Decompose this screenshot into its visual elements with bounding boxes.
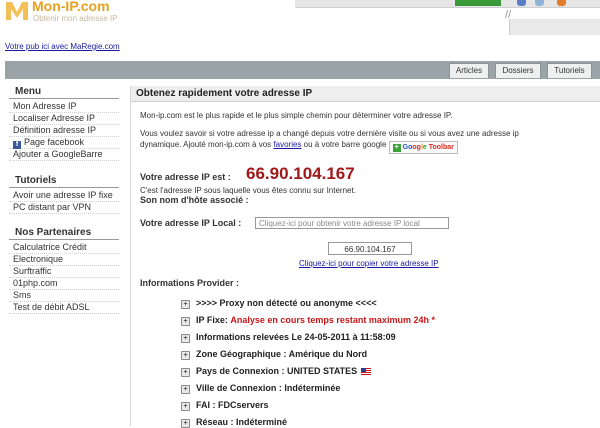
expand-icon[interactable]: + [181, 334, 190, 343]
us-flag-icon [361, 368, 372, 375]
sidebar-item-localiser[interactable]: Localiser Adresse IP [9, 113, 119, 125]
page-header: Mon-IP.com Obtenir mon adresse IP // [0, 0, 600, 35]
rss-icon[interactable] [557, 0, 566, 6]
partners-heading: Nos Partenaires [9, 226, 119, 240]
expand-icon[interactable]: + [181, 317, 190, 326]
toolbar-button[interactable] [455, 0, 501, 6]
copy-ip-link[interactable]: Cliquez-ici pour copier votre adresse IP [299, 259, 439, 268]
local-ip-label: Votre adresse IP Local : [140, 218, 242, 228]
sidebar-item-ip-fixe[interactable]: Avoir une adresse IP fixe [9, 190, 119, 202]
google-toolbar-suffix: Toolbar [428, 144, 454, 151]
ad-link[interactable]: Votre pub ici avec MaRegie.com [5, 42, 120, 51]
change-text-3: ou à votre barre google [303, 140, 387, 149]
info-ville: + Ville de Connexion : Indéterminée [181, 382, 340, 394]
tab-bar: Articles Dossiers Tutoriels [5, 61, 600, 79]
tutorials-heading: Tutoriels [9, 174, 119, 188]
expand-icon[interactable]: + [181, 419, 190, 428]
favorites-link[interactable]: favories [273, 140, 301, 149]
ip-copy-field[interactable]: 66.90.104.167 [328, 242, 412, 255]
info-proxy: + >>>> Proxy non détecté ou anonyme <<<< [181, 297, 377, 309]
sidebar-item-definition[interactable]: Définition adresse IP [9, 125, 119, 137]
logo-text[interactable]: Mon-IP.com [32, 0, 110, 14]
info-text: FAI : FDCservers [196, 400, 269, 410]
main-content: Obtenez rapidement votre adresse IP Mon-… [130, 86, 600, 428]
info-relevees: + Informations relevées Le 24-05-2011 à 1… [181, 331, 396, 343]
top-toolbar [295, 0, 600, 8]
info-text: Pays de Connexion : UNITED STATES [196, 366, 358, 376]
social-icon[interactable] [517, 0, 526, 6]
info-ip-fixe: + IP Fixe: Analyse en cours temps restant… [181, 314, 435, 326]
change-text-2: dynamique. Ajouté mon-ip.com à vos [140, 140, 272, 149]
header-box [509, 19, 600, 35]
info-label: IP Fixe: [196, 315, 228, 325]
change-text: Vous voulez savoir si votre adresse ip a… [140, 129, 519, 138]
info-reseau: + Réseau : Indéterminé [181, 416, 287, 428]
sidebar: Menu Mon Adresse IP Localiser Adresse IP… [9, 85, 119, 426]
social-icon[interactable] [535, 0, 544, 6]
page-title: Obtenez rapidement votre adresse IP [131, 86, 600, 102]
info-zone: + Zone Géographique : Amérique du Nord [181, 348, 367, 360]
provider-title: Informations Provider : [140, 278, 240, 288]
sidebar-item-vpn[interactable]: PC distant par VPN [9, 202, 119, 214]
sidebar-item-partner[interactable]: Sms [9, 290, 119, 302]
hostname-label: Son nom d'hôte associé : [140, 195, 249, 205]
tab-articles[interactable]: Articles [449, 63, 489, 78]
sidebar-item-partner[interactable]: Electronique [9, 254, 119, 266]
logo-icon[interactable] [2, 0, 32, 22]
info-text: Zone Géographique : Amérique du Nord [196, 349, 368, 359]
info-fai: + FAI : FDCservers [181, 399, 269, 411]
plus-icon: + [392, 144, 401, 152]
sidebar-item-label: Page facebook [24, 137, 85, 147]
expand-icon[interactable]: + [181, 368, 190, 377]
google-logo-part: Go [402, 144, 413, 151]
menu-heading: Menu [9, 85, 119, 99]
info-text: >>>> Proxy non détecté ou anonyme <<<< [196, 298, 377, 308]
facebook-icon: f [13, 141, 21, 149]
google-logo-part: e [422, 144, 427, 151]
change-text-line: dynamique. Ajouté mon-ip.com à vos favor… [140, 139, 458, 154]
sidebar-item-mon-adresse-ip[interactable]: Mon Adresse IP [9, 101, 119, 113]
info-text: Informations relevées Le 24-05-2011 à 11… [196, 332, 396, 342]
sidebar-item-partner[interactable]: Surftraffic [9, 266, 119, 278]
info-text: Ville de Connexion : Indéterminée [196, 383, 341, 393]
sidebar-item-partner[interactable]: 01php.com [9, 278, 119, 290]
tab-tutoriels[interactable]: Tutoriels [547, 63, 592, 78]
ip-address-value: 66.90.104.167 [246, 164, 355, 183]
ip-label: Votre adresse IP est : [140, 172, 231, 182]
logo-tagline: Obtenir mon adresse IP [33, 14, 118, 23]
tab-dossiers[interactable]: Dossiers [495, 63, 541, 78]
google-toolbar-button[interactable]: + Google Toolbar [388, 141, 458, 154]
expand-icon[interactable]: + [181, 385, 190, 394]
sidebar-item-partner[interactable]: Calculatrice Crédit [9, 242, 119, 254]
sidebar-item-googlebarre[interactable]: Ajouter a GoogleBarre [9, 149, 119, 161]
local-ip-input[interactable]: Cliquez-ici pour obtenir votre adresse I… [255, 217, 449, 229]
sidebar-item-partner[interactable]: Test de débit ADSL [9, 302, 119, 314]
expand-icon[interactable]: + [181, 402, 190, 411]
google-logo-part: og [412, 144, 421, 151]
info-text: Analyse en cours temps restant maximum 2… [230, 315, 435, 325]
intro-text: Mon-ip.com est le plus rapide et le plus… [140, 111, 453, 120]
expand-icon[interactable]: + [181, 300, 190, 309]
info-pays: + Pays de Connexion : UNITED STATES [181, 365, 372, 377]
sidebar-item-facebook[interactable]: f Page facebook [9, 137, 119, 149]
expand-icon[interactable]: + [181, 351, 190, 360]
